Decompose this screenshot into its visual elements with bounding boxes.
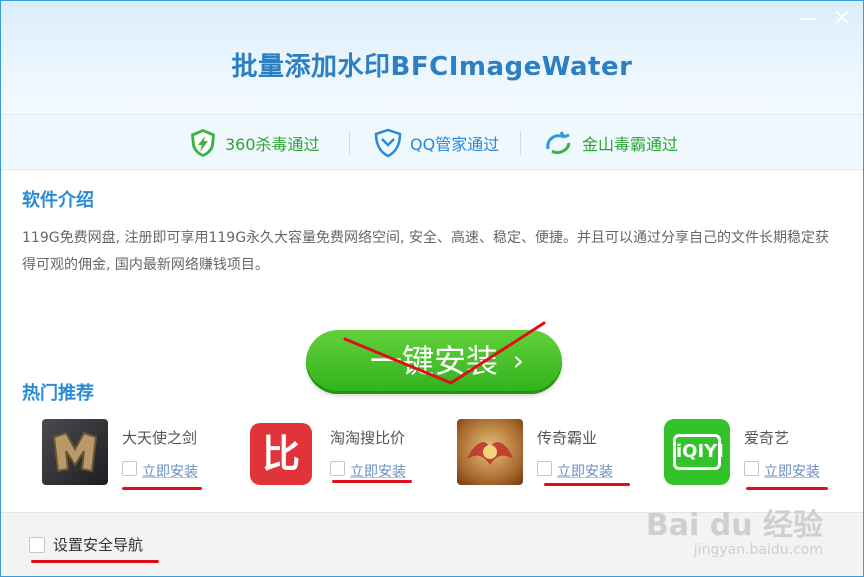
app-item: iQIYI 爱奇艺 立即安装 xyxy=(664,419,863,491)
bi-logo-icon: 比 xyxy=(250,423,312,485)
game-logo-icon xyxy=(42,419,108,485)
red-underline-annotation xyxy=(31,560,159,563)
window-header: 批量添加水印BFCImageWater × xyxy=(1,1,863,114)
cert-qq: QQ管家通过 xyxy=(372,128,499,158)
safe-navigation-label[interactable]: 设置安全导航 xyxy=(53,534,143,555)
kingsoft-swirl-icon xyxy=(546,131,571,155)
app-name: 淘淘搜比价 xyxy=(330,429,406,447)
app-name: 传奇霸业 xyxy=(537,429,598,447)
intro-heading: 软件介绍 xyxy=(22,190,94,211)
red-underline-annotation xyxy=(544,483,630,486)
app-item: 传奇霸业 立即安装 xyxy=(457,419,667,491)
iqiyi-logo-icon: iQIYI xyxy=(664,419,730,485)
cert-kingsoft: 金山毒霸通过 xyxy=(542,128,678,158)
install-link[interactable]: 立即安装 xyxy=(142,461,198,481)
qq-shield-icon xyxy=(374,128,402,158)
cert-kingsoft-label: 金山毒霸通过 xyxy=(582,135,679,154)
certification-bar: 360杀毒通过 QQ管家通过 金山毒霸通过 xyxy=(1,114,863,170)
baidu-watermark: Bai du 经验 xyxy=(645,508,823,543)
install-checkbox[interactable] xyxy=(122,461,137,476)
cert-360-label: 360杀毒通过 xyxy=(225,135,320,154)
cert-360: 360杀毒通过 xyxy=(187,128,320,158)
window-title: 批量添加水印BFCImageWater xyxy=(231,52,633,82)
app-item: 大天使之剑 立即安装 xyxy=(42,419,252,491)
red-underline-annotation xyxy=(746,487,828,490)
divider xyxy=(349,131,350,155)
install-link[interactable]: 立即安装 xyxy=(557,461,613,481)
install-checkbox[interactable] xyxy=(537,461,552,476)
red-check-annotation xyxy=(343,321,546,385)
red-underline-annotation xyxy=(332,480,412,483)
installer-window: 批量添加水印BFCImageWater × 360杀毒通过 QQ管家通过 金山毒… xyxy=(0,0,864,577)
divider xyxy=(520,131,521,155)
minimize-button[interactable] xyxy=(797,7,819,29)
intro-text: 119G免费网盘, 注册即可享用119G永久大容量免费网络空间, 安全、高速、稳… xyxy=(22,230,829,273)
install-link[interactable]: 立即安装 xyxy=(764,461,820,481)
watermark-url: jingyan.baidu.com xyxy=(693,542,823,558)
red-underline-annotation xyxy=(122,487,202,490)
legend-logo-icon xyxy=(457,419,523,485)
app-name: 爱奇艺 xyxy=(744,429,790,447)
app-name: 大天使之剑 xyxy=(122,429,198,447)
install-checkbox[interactable] xyxy=(744,461,759,476)
cert-qq-label: QQ管家通过 xyxy=(410,135,500,154)
install-checkbox[interactable] xyxy=(330,461,345,476)
shield-bolt-icon xyxy=(191,129,215,157)
install-link[interactable]: 立即安装 xyxy=(350,461,406,481)
close-button[interactable]: × xyxy=(831,7,853,29)
safe-navigation-checkbox[interactable] xyxy=(29,537,45,553)
recommend-heading: 热门推荐 xyxy=(22,383,94,404)
